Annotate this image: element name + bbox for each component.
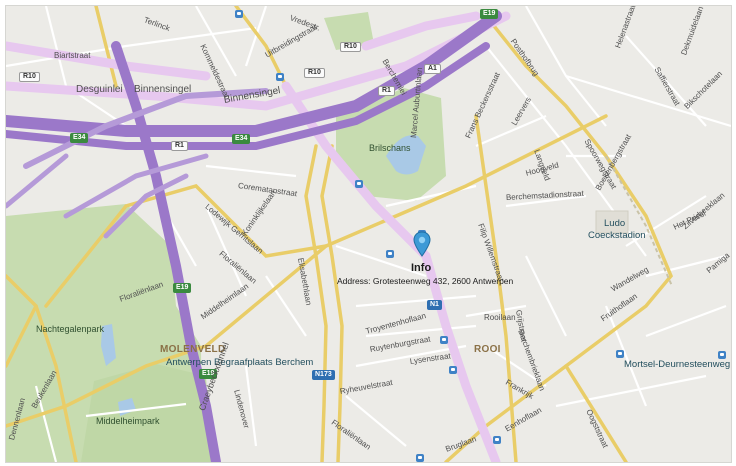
location-pin-icon[interactable]: [413, 231, 431, 257]
bus-stop-icon[interactable]: [493, 436, 501, 444]
district-label-rooi: ROOI: [474, 344, 501, 355]
poi-label-begraafplaats: Antwerpen Begraafplaats Berchem: [166, 357, 314, 368]
shield-e19-mid: E19: [173, 283, 192, 293]
street-label: Desguinlei: [76, 84, 123, 95]
poi-label-mortsel: Mortsel-Deurnesteenweg: [624, 359, 731, 370]
bus-stop-icon[interactable]: [386, 250, 394, 258]
shield-r1-mid: R1: [171, 141, 188, 151]
park-label-brilschans: Brilschans: [369, 143, 411, 153]
street-label: Rooilaan: [484, 313, 516, 322]
shield-e34-mid: E34: [232, 134, 251, 144]
bus-stop-icon[interactable]: [616, 350, 624, 358]
bus-stop-icon[interactable]: [718, 351, 726, 359]
bus-stop-icon[interactable]: [416, 454, 424, 462]
poi-label-ludo: Ludo: [604, 218, 626, 229]
bus-stop-icon[interactable]: [235, 10, 243, 18]
shield-r10-mid: R10: [340, 42, 361, 52]
marker-address: Address: Grotesteenweg 432, 2600 Antwerp…: [337, 276, 514, 286]
map-view[interactable]: Nachtegalenpark Middelheimpark Brilschan…: [5, 5, 732, 463]
shield-n1: N1: [427, 300, 442, 310]
marker-title: Info: [411, 262, 432, 274]
shield-r1-east: R1: [378, 86, 395, 96]
shield-e34-west: E34: [70, 133, 89, 143]
shield-n173: N173: [312, 370, 335, 380]
poi-label-coeckstadion: Coeckstadion: [588, 230, 646, 241]
street-label: Binnensingel: [134, 84, 192, 95]
park-label-middelheimpark: Middelheimpark: [96, 416, 160, 426]
shield-a1: A1: [424, 64, 441, 74]
bus-stop-icon[interactable]: [355, 180, 363, 188]
bus-stop-icon[interactable]: [440, 336, 448, 344]
shield-r10-west: R10: [19, 72, 40, 82]
park-label-nachtegalenpark: Nachtegalenpark: [36, 324, 105, 334]
bus-stop-icon[interactable]: [449, 366, 457, 374]
bus-stop-icon[interactable]: [276, 73, 284, 81]
street-label: Biartstraat: [54, 51, 91, 60]
shield-e19-top: E19: [480, 9, 499, 19]
shield-r10-north: R10: [304, 68, 325, 78]
